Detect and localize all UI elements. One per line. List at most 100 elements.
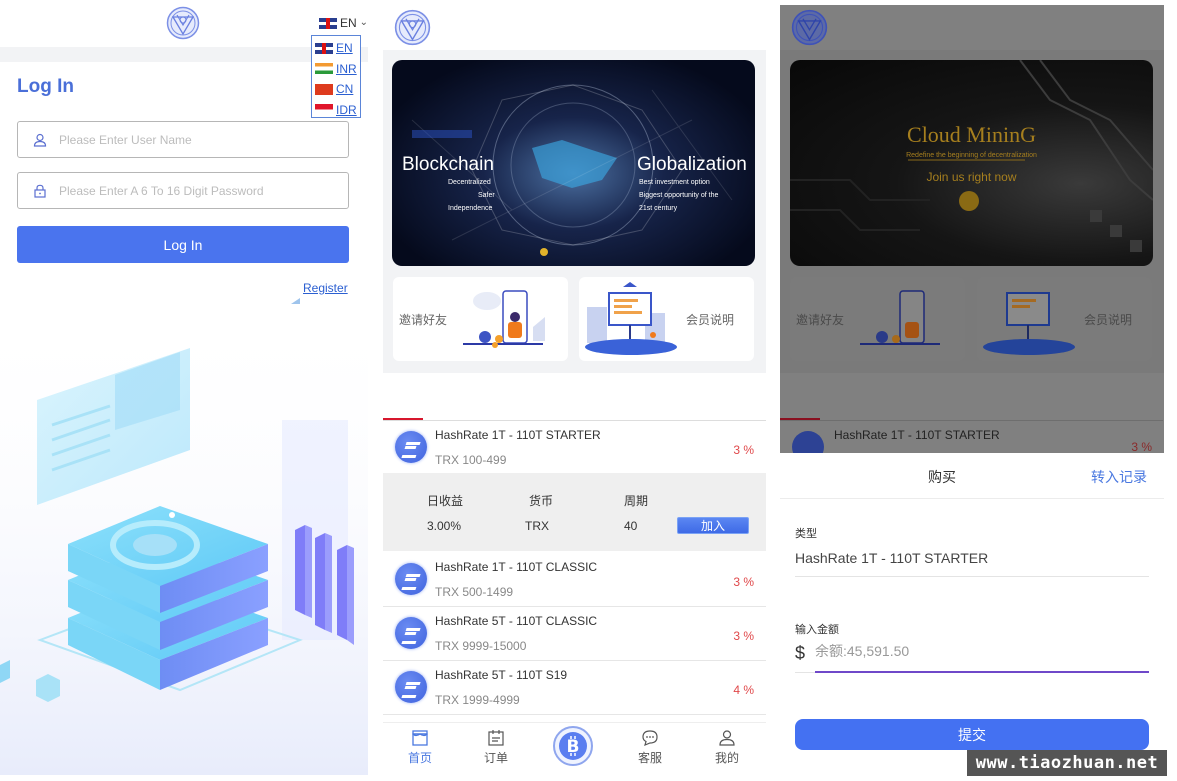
page-title: Log In xyxy=(17,76,74,97)
join-button[interactable]: 加入 xyxy=(677,517,749,534)
amount-input[interactable] xyxy=(815,643,1145,659)
daily-income-label: 日收益 xyxy=(427,494,464,508)
nav-profile[interactable]: 我的 xyxy=(697,729,757,766)
username-input[interactable] xyxy=(59,132,319,147)
password-field[interactable] xyxy=(17,172,349,209)
product-name: HashRate 1T - 110T CLASSIC xyxy=(435,560,598,574)
language-dropdown: EN INR CN IDR xyxy=(311,35,361,118)
nav-label: 订单 xyxy=(483,751,508,765)
language-selector[interactable]: EN ⌄ xyxy=(319,16,368,30)
sheet-divider xyxy=(780,498,1164,499)
language-option-en[interactable]: EN xyxy=(315,38,357,59)
language-option-label: CN xyxy=(336,82,354,97)
invite-friends-illustration xyxy=(463,290,545,348)
banner-left-line: Safer xyxy=(478,192,495,199)
invite-friends-card: 邀请好友 xyxy=(790,277,965,361)
membership-info-card: 会员说明 xyxy=(977,277,1152,361)
watermark: www.tiaozhuan.net xyxy=(967,750,1167,776)
user-icon xyxy=(719,730,735,746)
banner-carousel[interactable]: Blockchain Decentralized Safer Independe… xyxy=(392,60,755,266)
home-store-icon xyxy=(412,730,428,746)
membership-billboard-illustration xyxy=(983,292,1075,355)
type-underline xyxy=(795,576,1149,577)
product-rate: 3 % xyxy=(733,629,754,643)
period-label: 周期 xyxy=(624,494,649,508)
nav-home[interactable]: 首页 xyxy=(390,729,450,766)
currency-value: TRX xyxy=(525,519,549,533)
bitcoin-icon: B xyxy=(559,732,587,760)
product-detail-panel: 日收益 货币 周期 3.00% TRX 40 加入 xyxy=(383,473,766,551)
product-row[interactable]: HashRate 5T - 110T S19 TRX 1999-4999 4 % xyxy=(383,661,766,715)
amount-focus-indicator xyxy=(815,671,1149,673)
password-input[interactable] xyxy=(59,183,319,198)
brand-logo xyxy=(166,6,200,40)
nav-bitcoin-button[interactable]: B xyxy=(553,726,593,766)
sheet-title: 购买 xyxy=(928,469,956,485)
product-row[interactable]: HashRate 1T - 110T CLASSIC TRX 500-1499 … xyxy=(383,553,766,607)
product-rate: 4 % xyxy=(733,683,754,697)
banner-title: Cloud MininG xyxy=(907,122,1036,147)
india-flag-icon xyxy=(315,63,333,75)
nav-orders[interactable]: 订单 xyxy=(466,729,526,766)
period-value: 40 xyxy=(624,519,638,533)
home-header xyxy=(383,5,766,50)
promo-label: 会员说明 xyxy=(1084,313,1133,327)
membership-info-card[interactable]: 会员说明 xyxy=(579,277,754,361)
nav-label: 客服 xyxy=(637,751,662,765)
brand-logo xyxy=(791,9,828,46)
banner-right-line: Best investment option xyxy=(639,179,710,186)
product-list-dimmed: HashRate 1T - 110T STARTER 3 % xyxy=(780,373,1164,453)
product-coin-icon xyxy=(395,617,427,649)
user-icon xyxy=(33,133,47,147)
product-name: HashRate 5T - 110T S19 xyxy=(435,668,568,682)
product-row[interactable]: HashRate 5T - 110T CLASSIC TRX 9999-1500… xyxy=(383,607,766,661)
daily-income-value: 3.00% xyxy=(427,519,462,533)
isometric-server-illustration xyxy=(0,300,368,775)
banner-right-line: Biggest opportunity of the xyxy=(639,192,719,199)
invite-friends-illustration xyxy=(860,290,940,345)
uk-flag-icon xyxy=(319,17,337,29)
current-language: EN xyxy=(340,16,357,30)
login-screen: EN ⌄ EN INR CN IDR Log In Please Enter U… xyxy=(0,0,368,775)
language-option-idr[interactable]: IDR xyxy=(315,100,357,121)
language-option-label: IDR xyxy=(336,102,357,117)
currency-symbol: $ xyxy=(795,643,806,663)
product-rate: 3 % xyxy=(1131,440,1152,453)
banner-left-title: Blockchain xyxy=(402,154,494,175)
chevron-down-icon: ⌄ xyxy=(359,16,368,28)
product-range: TRX 500-1499 xyxy=(435,585,514,599)
language-option-cn[interactable]: CN xyxy=(315,79,357,100)
submit-button[interactable]: 提交 xyxy=(795,719,1149,750)
brand-logo xyxy=(394,9,431,46)
product-name: HashRate 1T - 110T STARTER xyxy=(834,428,1000,442)
login-button[interactable]: Log In xyxy=(17,226,349,263)
orders-icon xyxy=(488,730,504,746)
product-rate: 3 % xyxy=(733,575,754,589)
uk-flag-icon xyxy=(315,42,333,54)
nav-label: 我的 xyxy=(714,751,739,765)
home-screen: Blockchain Decentralized Safer Independe… xyxy=(383,5,766,775)
china-flag-icon xyxy=(315,83,333,95)
banner-right-title: Globalization xyxy=(637,154,747,175)
indonesia-flag-icon xyxy=(315,104,333,116)
product-coin-icon xyxy=(792,431,824,453)
register-link[interactable]: Register xyxy=(303,281,348,295)
bottom-navigation: 首页 订单 B 客服 我的 xyxy=(383,722,766,775)
invite-friends-card[interactable]: 邀请好友 xyxy=(393,277,568,361)
membership-billboard-illustration xyxy=(585,282,677,355)
language-option-inr[interactable]: INR xyxy=(315,59,357,80)
promo-label: 会员说明 xyxy=(686,313,735,327)
amount-label: 输入金额 xyxy=(795,624,839,636)
modal-backdrop[interactable]: Cloud MininG Redefine the beginning of d… xyxy=(780,5,1164,453)
banner-left-line: Decentralized xyxy=(448,179,491,186)
banner-right-line: 21st century xyxy=(639,205,678,212)
transfer-records-link[interactable]: 转入记录 xyxy=(1091,467,1147,487)
promo-label: 邀请好友 xyxy=(399,313,448,327)
product-row[interactable]: HashRate 1T - 110T STARTER TRX 100-499 3… xyxy=(383,421,766,475)
username-field[interactable] xyxy=(17,121,349,158)
product-coin-icon xyxy=(395,671,427,703)
nav-support[interactable]: 客服 xyxy=(620,729,680,766)
banner-carousel: Cloud MininG Redefine the beginning of d… xyxy=(790,60,1153,266)
nav-label: 首页 xyxy=(407,751,432,765)
product-coin-icon xyxy=(395,563,427,595)
